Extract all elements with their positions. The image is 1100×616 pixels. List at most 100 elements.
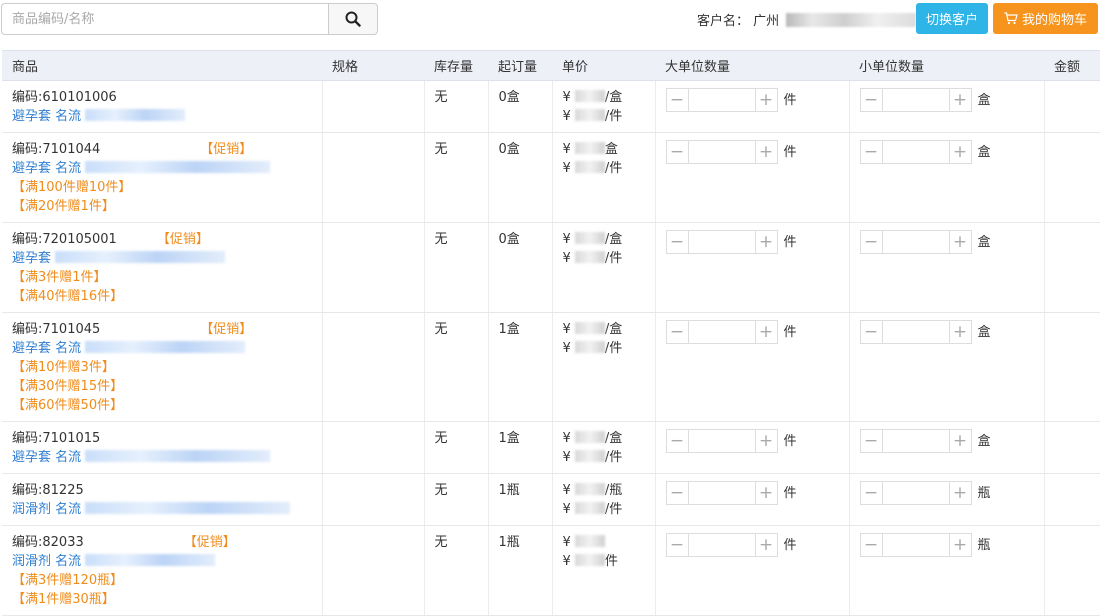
search-icon [345, 11, 361, 27]
increment-button[interactable]: + [754, 231, 777, 253]
product-name[interactable]: 避孕套 名流 [12, 159, 312, 178]
gift-promotion: 【满3件赠1件】 [12, 270, 107, 285]
increment-button[interactable]: + [948, 534, 971, 556]
decrement-button[interactable]: − [860, 482, 883, 504]
decrement-button[interactable]: − [860, 141, 883, 163]
quantity-input[interactable] [882, 321, 949, 343]
quantity-input[interactable] [882, 534, 949, 556]
header-amount: 金额 [1044, 50, 1100, 81]
product-cell: 编码:82033 【促销】 润滑剂 名流 【满3件赠120瓶】 【满1件赠30瓶】 [2, 525, 323, 616]
product-cell: 编码:610101006 避孕套 名流 [2, 80, 323, 133]
quantity-input[interactable] [882, 482, 949, 504]
decrement-button[interactable]: − [666, 482, 689, 504]
spec-cell [322, 525, 425, 616]
moq-cell: 0盒 [488, 80, 553, 133]
price-unit: 盒 [604, 142, 618, 157]
quantity-input[interactable] [688, 141, 755, 163]
decrement-button[interactable]: − [666, 89, 689, 111]
my-cart-button[interactable]: 我的购物车 [993, 3, 1098, 34]
decrement-button[interactable]: − [666, 534, 689, 556]
search-input[interactable] [1, 3, 328, 35]
price-redacted [574, 109, 605, 121]
quantity-stepper: − + [665, 429, 778, 453]
price-big-unit: ¥ /件 [563, 500, 645, 519]
currency-symbol: ¥ [562, 232, 571, 247]
decrement-button[interactable]: − [666, 141, 689, 163]
stock-cell: 无 [424, 525, 489, 616]
price-cell: ¥ /盒 ¥ /件 [552, 80, 656, 133]
switch-customer-button[interactable]: 切换客户 [916, 3, 988, 34]
product-brand: 名流 [55, 161, 82, 176]
product-name[interactable]: 避孕套 名流 [12, 448, 312, 467]
increment-button[interactable]: + [754, 89, 777, 111]
quantity-input[interactable] [882, 141, 949, 163]
increment-button[interactable]: + [948, 430, 971, 452]
price-cell: ¥ /瓶 ¥ /件 [552, 473, 656, 526]
product-name[interactable]: 避孕套 名流 [12, 339, 312, 358]
increment-button[interactable]: + [948, 482, 971, 504]
product-category: 避孕套 [12, 109, 52, 124]
decrement-button[interactable]: − [860, 534, 883, 556]
spec-cell [322, 312, 425, 422]
increment-button[interactable]: + [948, 231, 971, 253]
product-name[interactable]: 避孕套 [12, 249, 312, 268]
decrement-button[interactable]: − [860, 89, 883, 111]
increment-button[interactable]: + [754, 534, 777, 556]
increment-button[interactable]: + [754, 141, 777, 163]
spec-cell [322, 80, 425, 133]
decrement-button[interactable]: − [666, 321, 689, 343]
quantity-input[interactable] [688, 430, 755, 452]
product-brand: 名流 [55, 554, 82, 569]
promo-badge: 【促销】 [200, 322, 253, 337]
search-button[interactable] [328, 3, 378, 35]
quantity-input[interactable] [882, 89, 949, 111]
quantity-input[interactable] [882, 430, 949, 452]
small-unit-qty: − + 盒 [859, 429, 1034, 453]
product-code: 编码:7101044 [12, 142, 101, 157]
product-code: 编码:720105001 [12, 232, 117, 247]
stock-cell: 无 [424, 222, 489, 313]
unit-label: 件 [783, 144, 797, 160]
quantity-stepper: − + [859, 140, 972, 164]
price-big-unit: ¥ 件 [563, 552, 645, 571]
price-big-unit: ¥ /件 [563, 159, 645, 178]
product-code: 编码:82033 [12, 535, 84, 550]
product-code: 编码:7101015 [12, 431, 101, 446]
product-name[interactable]: 润滑剂 名流 [12, 552, 312, 571]
quantity-input[interactable] [688, 482, 755, 504]
product-name[interactable]: 避孕套 名流 [12, 107, 312, 126]
quantity-input[interactable] [688, 534, 755, 556]
big-unit-qty-cell: − + 件 [655, 312, 850, 422]
quantity-input[interactable] [882, 231, 949, 253]
small-unit-qty-cell: − + 盒 [849, 80, 1045, 133]
moq-cell: 1盒 [488, 312, 553, 422]
increment-button[interactable]: + [948, 141, 971, 163]
decrement-button[interactable]: − [860, 321, 883, 343]
amount-cell [1044, 312, 1100, 422]
quantity-input[interactable] [688, 321, 755, 343]
increment-button[interactable]: + [754, 482, 777, 504]
increment-button[interactable]: + [948, 89, 971, 111]
currency-symbol: ¥ [562, 341, 571, 356]
quantity-input[interactable] [688, 89, 755, 111]
decrement-button[interactable]: − [666, 430, 689, 452]
gift-promotion: 【满1件赠30瓶】 [12, 592, 115, 607]
increment-button[interactable]: + [754, 321, 777, 343]
price-unit: /盒 [604, 232, 623, 247]
price-unit: 件 [604, 554, 618, 569]
increment-button[interactable]: + [948, 321, 971, 343]
increment-button[interactable]: + [754, 430, 777, 452]
decrement-button[interactable]: − [860, 430, 883, 452]
price-redacted [574, 554, 605, 566]
unit-label: 件 [783, 433, 797, 449]
price-big-unit: ¥ /件 [563, 448, 645, 467]
promo-badge: 【促销】 [200, 142, 253, 157]
table-row: 编码:7101044 【促销】 避孕套 名流 【满100件赠10件】 【满20件赠1… [2, 132, 1100, 223]
product-name[interactable]: 润滑剂 名流 [12, 500, 312, 519]
header-product: 商品 [2, 50, 322, 81]
quantity-input[interactable] [688, 231, 755, 253]
decrement-button[interactable]: − [860, 231, 883, 253]
spec-cell [322, 473, 425, 526]
small-unit-qty-cell: − + 盒 [849, 222, 1045, 313]
decrement-button[interactable]: − [666, 231, 689, 253]
